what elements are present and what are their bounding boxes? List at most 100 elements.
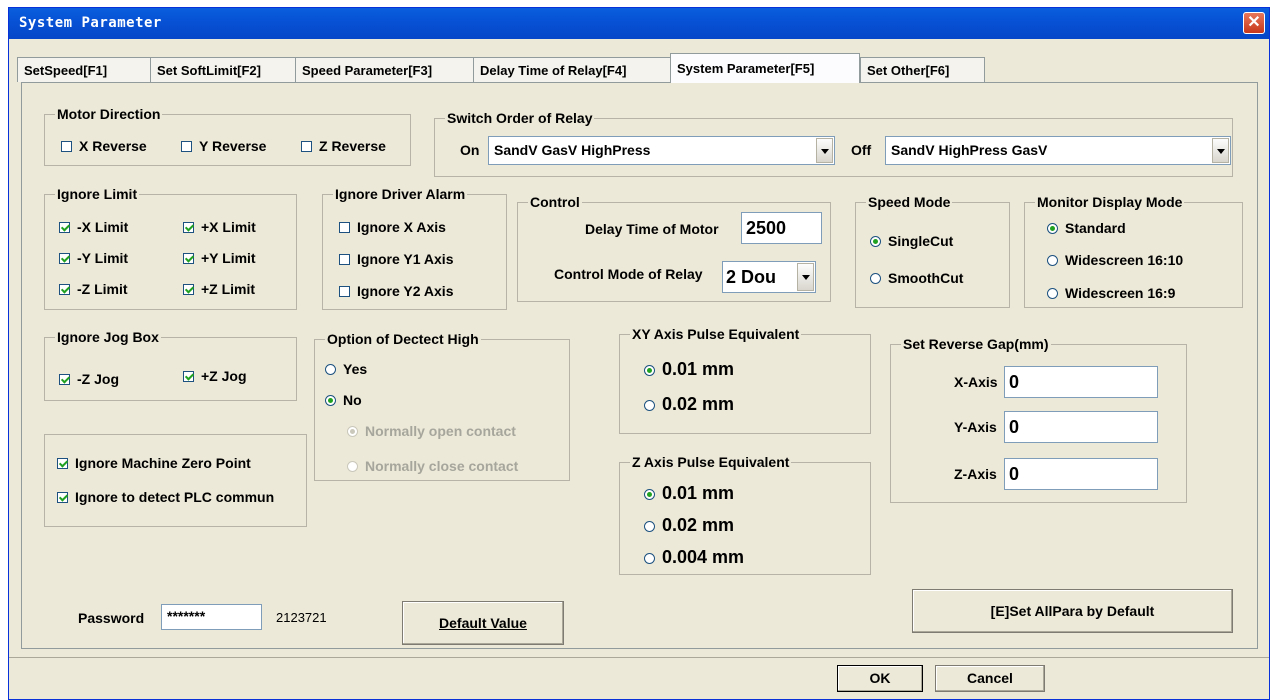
detect-high-no-label: No [343,392,362,408]
monitor-display-mode-group: Monitor Display Mode Standard Widescreen… [1024,194,1243,308]
chevron-down-icon[interactable] [1212,138,1229,163]
single-cut-label: SingleCut [888,233,954,249]
checkbox-box [59,253,70,264]
y-reverse-label: Y Reverse [199,138,267,154]
tab-set-other[interactable]: Set Other[F6] [860,57,985,82]
ignore-x-axis-label: Ignore X Axis [357,219,446,235]
reverse-gap-x-input[interactable]: 0 [1004,366,1158,398]
ignore-plc-detect-label: Ignore to detect PLC commun [75,489,275,505]
ignore-y2-axis-checkbox[interactable]: Ignore Y2 Axis [339,283,453,299]
z-pulse-002-label: 0.02 mm [662,515,735,535]
tab-delay-time-of-relay[interactable]: Delay Time of Relay[F4] [473,57,672,82]
checkbox-box [183,284,194,295]
ignore-machine-zero-label: Ignore Machine Zero Point [75,455,251,471]
close-button[interactable]: ✕ [1243,12,1265,34]
z-pulse-equivalent-title: Z Axis Pulse Equivalent [630,454,792,470]
ignore-driver-alarm-group: Ignore Driver Alarm Ignore X Axis Ignore… [322,186,507,310]
control-mode-of-relay-select[interactable]: 2 Dou [722,261,816,293]
tab-set-softlimit[interactable]: Set SoftLimit[F2] [150,57,296,82]
reverse-gap-z-input[interactable]: 0 [1004,458,1158,490]
relay-off-order-value: SandV HighPress GasV [891,142,1048,158]
control-group: Control Delay Time of Motor 2500 Control… [517,194,831,302]
close-icon: ✕ [1247,14,1261,31]
checkbox-box [183,222,194,233]
relay-off-order-select[interactable]: SandV HighPress GasV [885,136,1231,165]
detect-high-yes-radio[interactable]: Yes [325,361,367,377]
radio-dot [1047,255,1058,266]
neg-x-limit-checkbox[interactable]: -X Limit [59,219,128,235]
z-pulse-001-radio[interactable]: 0.01 mm [644,483,734,504]
widescreen-16-10-radio[interactable]: Widescreen 16:10 [1047,252,1183,268]
neg-z-limit-label: -Z Limit [77,281,128,297]
pos-y-limit-checkbox[interactable]: +Y Limit [183,250,256,266]
widescreen-16-9-label: Widescreen 16:9 [1065,285,1176,301]
switch-order-title: Switch Order of Relay [445,110,595,126]
normally-close-contact-radio[interactable]: Normally close contact [347,458,518,474]
pos-z-jog-checkbox[interactable]: +Z Jog [183,368,247,384]
ignore-jog-box-group: Ignore Jog Box -Z Jog +Z Jog [44,329,297,401]
ok-button[interactable]: OK [837,665,923,692]
smooth-cut-radio[interactable]: SmoothCut [870,270,963,286]
detect-high-yes-label: Yes [343,361,368,377]
checkbox-box [181,141,192,152]
z-pulse-002-radio[interactable]: 0.02 mm [644,515,734,536]
checkbox-box [59,222,70,233]
standard-label: Standard [1065,220,1126,236]
xy-pulse-001-radio[interactable]: 0.01 mm [644,359,734,380]
y-reverse-checkbox[interactable]: Y Reverse [181,138,266,154]
pos-z-limit-checkbox[interactable]: +Z Limit [183,281,255,297]
ignore-limit-title: Ignore Limit [55,186,140,202]
neg-z-jog-checkbox[interactable]: -Z Jog [59,371,119,387]
pos-z-jog-label: +Z Jog [201,368,247,384]
neg-y-limit-checkbox[interactable]: -Y Limit [59,250,128,266]
speed-mode-group: Speed Mode SingleCut SmoothCut [855,194,1010,308]
z-reverse-checkbox[interactable]: Z Reverse [301,138,386,154]
ignore-plc-detect-checkbox[interactable]: Ignore to detect PLC commun [57,489,274,505]
detect-high-no-radio[interactable]: No [325,392,362,408]
password-input[interactable]: ******* [161,604,262,630]
checkbox-box [57,458,68,469]
neg-z-limit-checkbox[interactable]: -Z Limit [59,281,128,297]
tab-set-speed[interactable]: SetSpeed[F1] [17,57,151,82]
radio-dot [644,521,655,532]
ignore-x-axis-checkbox[interactable]: Ignore X Axis [339,219,446,235]
chevron-down-icon[interactable] [816,138,833,163]
pos-x-limit-checkbox[interactable]: +X Limit [183,219,256,235]
xy-pulse-001-label: 0.01 mm [662,359,735,379]
smooth-cut-label: SmoothCut [888,270,964,286]
reverse-gap-title: Set Reverse Gap(mm) [901,336,1051,352]
reverse-gap-y-input[interactable]: 0 [1004,411,1158,443]
ignore-y1-axis-checkbox[interactable]: Ignore Y1 Axis [339,251,453,267]
ignore-machine-zero-checkbox[interactable]: Ignore Machine Zero Point [57,455,251,471]
set-all-para-default-button[interactable]: [E]Set AllPara by Default [912,589,1233,633]
delay-time-of-motor-input[interactable]: 2500 [741,212,822,244]
x-reverse-checkbox[interactable]: X Reverse [61,138,147,154]
z-pulse-0004-radio[interactable]: 0.004 mm [644,547,744,568]
cancel-button[interactable]: Cancel [935,665,1045,692]
default-value-button[interactable]: Default Value [402,601,564,645]
normally-open-contact-radio[interactable]: Normally open contact [347,423,516,439]
standard-radio[interactable]: Standard [1047,220,1126,236]
xy-pulse-equivalent-title: XY Axis Pulse Equivalent [630,326,802,342]
xy-pulse-002-radio[interactable]: 0.02 mm [644,394,734,415]
radio-dot [644,365,655,376]
ignore-limit-group: Ignore Limit -X Limit +X Limit -Y Limit … [44,186,297,310]
radio-dot [870,273,881,284]
reverse-gap-x-label: X-Axis [954,374,998,390]
xy-pulse-002-label: 0.02 mm [662,394,735,414]
tab-speed-parameter[interactable]: Speed Parameter[F3] [295,57,474,82]
title-bar[interactable]: System Parameter ✕ [9,8,1269,39]
single-cut-radio[interactable]: SingleCut [870,233,953,249]
xy-pulse-equivalent-group: XY Axis Pulse Equivalent 0.01 mm 0.02 mm [619,326,871,434]
chevron-down-icon[interactable] [797,263,814,291]
relay-on-order-select[interactable]: SandV GasV HighPress [488,136,835,165]
z-pulse-0004-label: 0.004 mm [662,547,745,567]
machine-zero-plc-group: Ignore Machine Zero Point Ignore to dete… [44,434,307,527]
radio-dot [347,461,358,472]
widescreen-16-10-label: Widescreen 16:10 [1065,252,1184,268]
tab-system-parameter[interactable]: System Parameter[F5] [670,53,860,83]
checkbox-box [183,253,194,264]
widescreen-16-9-radio[interactable]: Widescreen 16:9 [1047,285,1175,301]
neg-x-limit-label: -X Limit [77,219,129,235]
z-reverse-label: Z Reverse [319,138,386,154]
